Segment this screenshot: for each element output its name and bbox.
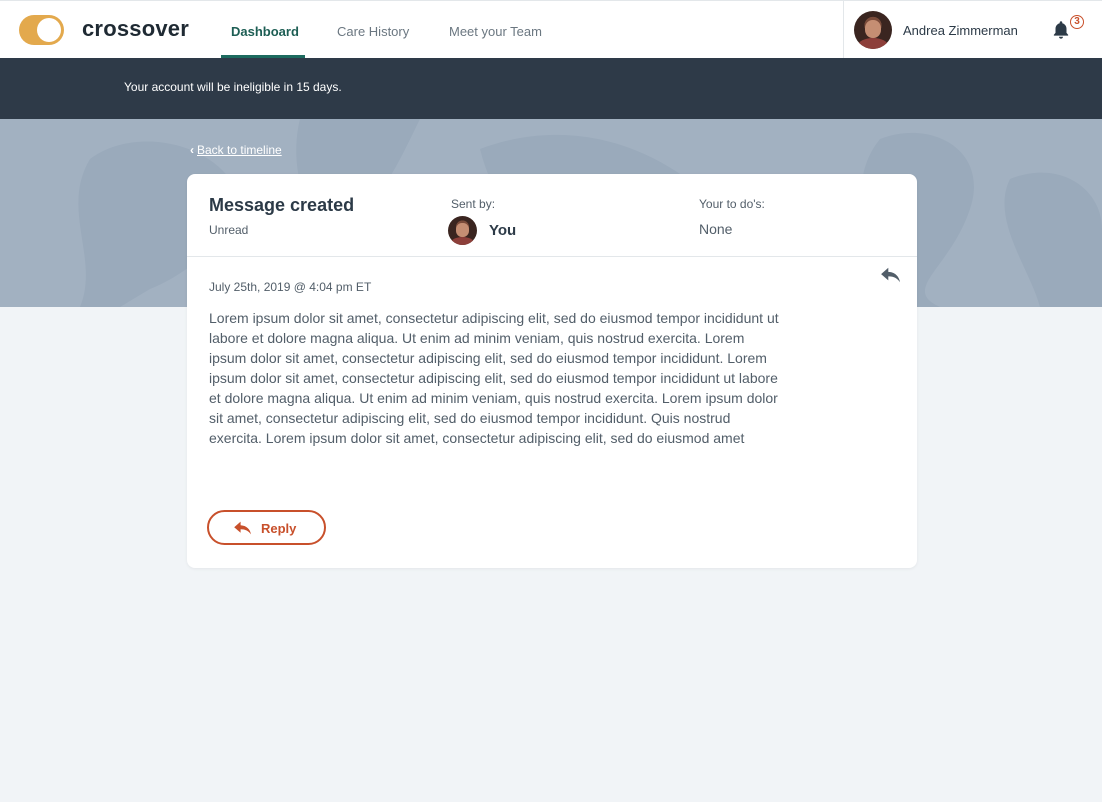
reply-button-label: Reply: [261, 521, 297, 536]
tab-dashboard[interactable]: Dashboard: [231, 24, 299, 39]
notification-count-badge: 3: [1070, 15, 1084, 29]
brand-logo[interactable]: crossover: [82, 16, 189, 42]
eligibility-banner: Your account will be ineligible in 15 da…: [0, 58, 1102, 119]
message-timestamp: July 25th, 2019 @ 4:04 pm ET: [209, 280, 372, 294]
back-link-label: Back to timeline: [197, 143, 282, 157]
user-avatar[interactable]: [854, 11, 892, 49]
sender-name: You: [489, 222, 517, 239]
message-body: Lorem ipsum dolor sit amet, consectetur …: [209, 310, 779, 446]
brand-toggle-logo[interactable]: [19, 15, 64, 45]
sender-avatar: [448, 216, 477, 245]
nav-divider: [843, 1, 844, 59]
message-title: Message created: [209, 195, 355, 215]
message-status: Unread: [209, 223, 249, 237]
sent-by-label: Sent by:: [451, 197, 496, 211]
tab-care-history[interactable]: Care History: [337, 24, 409, 39]
reply-icon[interactable]: [880, 266, 902, 284]
banner-text: Your account will be ineligible in 15 da…: [124, 80, 342, 94]
bell-icon[interactable]: [1050, 19, 1072, 41]
user-name[interactable]: Andrea Zimmerman: [903, 23, 1018, 38]
chevron-left-icon: ‹: [190, 143, 194, 157]
tab-meet-your-team[interactable]: Meet your Team: [449, 24, 542, 39]
message-card: Message created Unread Sent by: You Your…: [187, 174, 917, 568]
todo-value: None: [699, 221, 733, 237]
back-to-timeline-link[interactable]: ‹ Back to timeline: [190, 143, 282, 157]
top-nav: crossover Dashboard Care History Meet yo…: [0, 0, 1102, 59]
message-card-header: Message created Unread Sent by: You Your…: [187, 174, 917, 257]
reply-arrow-icon: [234, 521, 251, 535]
reply-button[interactable]: Reply: [207, 510, 326, 545]
todo-label: Your to do's:: [699, 197, 765, 211]
